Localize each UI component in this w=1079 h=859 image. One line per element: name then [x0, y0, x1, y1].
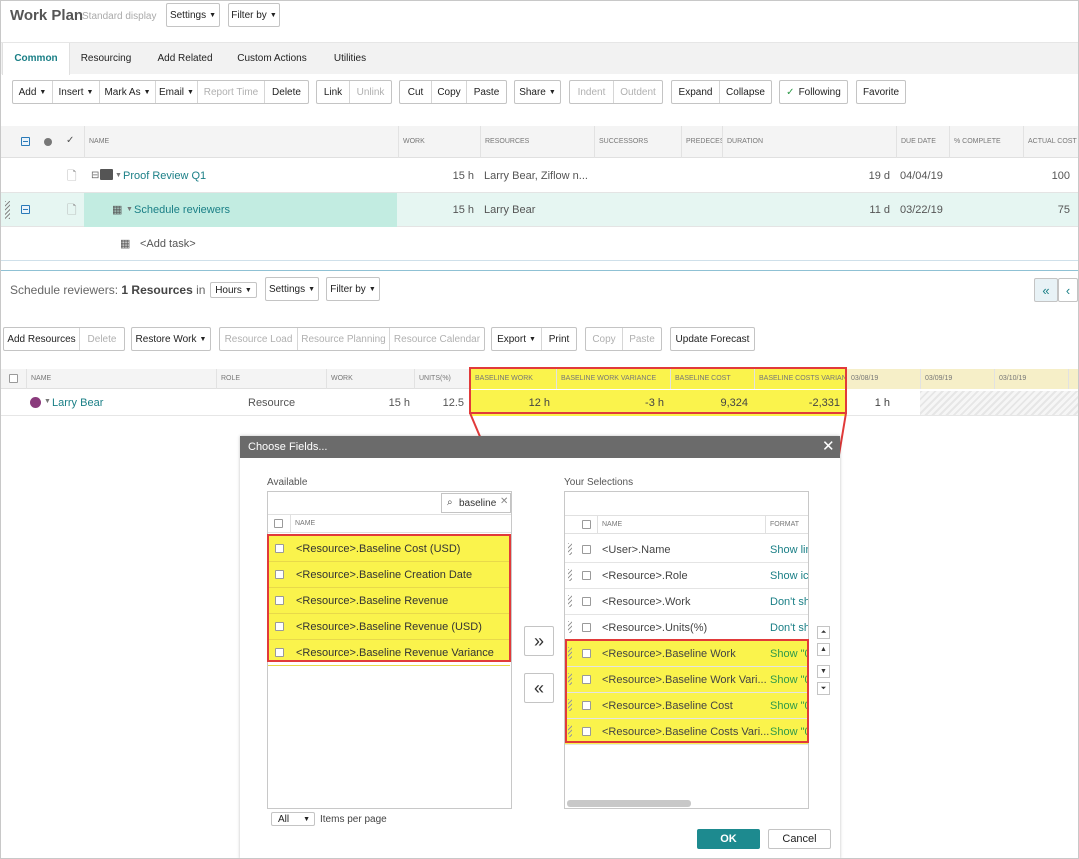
field-name: <Resource>.Units(%) [602, 622, 708, 634]
field-format-link[interactable]: Show ico [770, 563, 808, 588]
field-name: <Resource>.Work [602, 596, 691, 608]
item-checkbox[interactable] [582, 623, 591, 632]
field-name: <Resource>.Role [602, 570, 688, 582]
field-format-link[interactable]: Show lin [770, 537, 808, 562]
callout-box-available [267, 534, 511, 662]
move-down-icon[interactable]: ▼ [817, 665, 830, 678]
callout-box-selections [565, 639, 809, 743]
page-size-select[interactable]: All ▼ [271, 812, 315, 826]
move-left-icon[interactable]: « [524, 673, 554, 703]
clear-icon[interactable]: ✕ [500, 496, 508, 507]
move-top-icon[interactable]: ⏶ [817, 626, 830, 639]
selected-field-row[interactable]: <Resource>.Units(%) Don't sh [565, 615, 808, 641]
drag-handle-icon[interactable] [568, 569, 572, 581]
search-value: baseline [459, 498, 497, 509]
select-all-checkbox[interactable] [582, 520, 591, 529]
col-name: NAME [602, 521, 623, 528]
move-up-icon[interactable]: ▲ [817, 643, 830, 656]
drag-handle-icon[interactable] [568, 621, 572, 633]
horizontal-scrollbar[interactable] [567, 800, 691, 807]
ok-button[interactable]: OK [697, 829, 760, 849]
available-label: Available [267, 477, 308, 488]
selected-field-row[interactable]: <User>.Name Show lin [565, 537, 808, 563]
search-input[interactable]: ⌕ baseline ✕ [441, 493, 511, 513]
selections-header: NAME FORMAT [565, 515, 808, 534]
available-header: NAME [268, 514, 511, 533]
move-right-icon[interactable]: » [524, 626, 554, 656]
cancel-button[interactable]: Cancel [768, 829, 831, 849]
field-format-link[interactable]: Don't sh [770, 615, 808, 640]
item-checkbox[interactable] [582, 571, 591, 580]
selected-field-row[interactable]: <Resource>.Role Show ico [565, 563, 808, 589]
field-format-link[interactable]: Don't sh [770, 589, 808, 614]
col-format: FORMAT [770, 521, 800, 528]
item-checkbox[interactable] [582, 545, 591, 554]
field-name: <User>.Name [602, 544, 671, 556]
search-icon: ⌕ [447, 497, 453, 508]
items-per-page-label: Items per page [320, 814, 387, 825]
selections-label: Your Selections [564, 477, 634, 488]
col-name: NAME [295, 520, 316, 527]
selected-field-row[interactable]: <Resource>.Work Don't sh [565, 589, 808, 615]
drag-handle-icon[interactable] [568, 543, 572, 555]
caret-down-icon: ▼ [303, 815, 311, 823]
dialog-title: Choose Fields... [240, 436, 840, 458]
drag-handle-icon[interactable] [568, 595, 572, 607]
select-all-checkbox[interactable] [274, 519, 283, 528]
item-checkbox[interactable] [582, 597, 591, 606]
close-icon[interactable]: ✕ [822, 437, 835, 455]
move-bottom-icon[interactable]: ⏷ [817, 682, 830, 695]
